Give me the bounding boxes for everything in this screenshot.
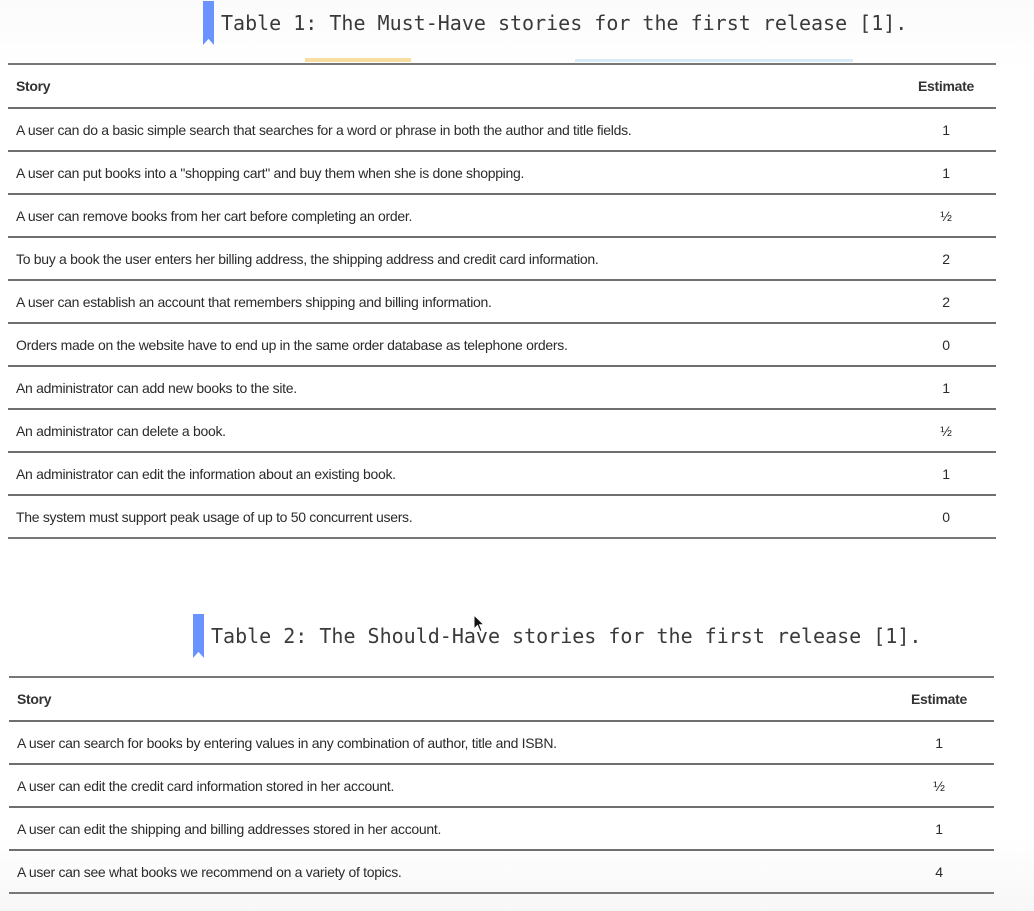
story-cell: An administrator can edit the informatio… (8, 452, 896, 496)
table-2-caption-text: Table 2: The Should-Have stories for the… (211, 624, 922, 648)
table-row: To buy a book the user enters her billin… (8, 237, 996, 281)
story-cell: A user can edit the shipping and billing… (9, 807, 884, 851)
story-column-header: Story (8, 63, 896, 109)
story-cell: A user can see what books we recommend o… (9, 850, 884, 894)
estimate-cell: 1 (896, 108, 996, 152)
story-cell: A user can edit the credit card informat… (9, 764, 884, 808)
bookmark-icon (203, 1, 214, 45)
estimate-cell: 2 (896, 280, 996, 324)
table-2-caption: Table 2: The Should-Have stories for the… (193, 614, 921, 658)
estimate-cell: ½ (896, 409, 996, 453)
estimate-cell: 1 (896, 366, 996, 410)
table-row: A user can remove books from her cart be… (8, 194, 996, 238)
story-cell: To buy a book the user enters her billin… (8, 237, 896, 281)
table-row: The system must support peak usage of up… (8, 495, 996, 539)
table-row: A user can establish an account that rem… (8, 280, 996, 324)
table-row: Orders made on the website have to end u… (8, 323, 996, 367)
estimate-cell: 2 (896, 237, 996, 281)
mouse-pointer-icon (473, 614, 485, 633)
table-1-caption: Table 1: The Must-Have stories for the f… (203, 1, 907, 45)
bookmark-icon (193, 614, 204, 658)
should-have-stories-table: Story Estimate A user can search for boo… (9, 676, 994, 894)
story-cell: A user can put books into a "shopping ca… (8, 151, 896, 195)
story-cell: A user can do a basic simple search that… (8, 108, 896, 152)
story-cell: A user can establish an account that rem… (8, 280, 896, 324)
table-row: A user can edit the shipping and billing… (9, 807, 994, 851)
table-row: A user can edit the credit card informat… (9, 764, 994, 808)
story-cell: An administrator can delete a book. (8, 409, 896, 453)
table-row: A user can put books into a "shopping ca… (8, 151, 996, 195)
story-cell: A user can remove books from her cart be… (8, 194, 896, 238)
estimate-cell: 4 (884, 850, 994, 894)
estimate-cell: 1 (896, 452, 996, 496)
story-cell: An administrator can add new books to th… (8, 366, 896, 410)
estimate-column-header: Estimate (896, 63, 996, 109)
estimate-cell: 0 (896, 323, 996, 367)
document-page: Table 1: The Must-Have stories for the f… (0, 0, 1034, 911)
estimate-cell: 1 (896, 151, 996, 195)
table-header-row: Story Estimate (9, 676, 994, 722)
table-header-row: Story Estimate (8, 63, 996, 109)
story-column-header: Story (9, 676, 884, 722)
story-cell: Orders made on the website have to end u… (8, 323, 896, 367)
table-row: A user can do a basic simple search that… (8, 108, 996, 152)
estimate-column-header: Estimate (884, 676, 994, 722)
table-row: A user can search for books by entering … (9, 721, 994, 765)
estimate-cell: 1 (884, 721, 994, 765)
estimate-cell: ½ (884, 764, 994, 808)
must-have-stories-table: Story Estimate A user can do a basic sim… (8, 63, 996, 539)
highlight-mark (305, 58, 411, 62)
story-cell: A user can search for books by entering … (9, 721, 884, 765)
estimate-cell: 0 (896, 495, 996, 539)
estimate-cell: 1 (884, 807, 994, 851)
table-row: An administrator can edit the informatio… (8, 452, 996, 496)
table-1-caption-text: Table 1: The Must-Have stories for the f… (221, 11, 908, 35)
table-row: An administrator can delete a book. ½ (8, 409, 996, 453)
estimate-cell: ½ (896, 194, 996, 238)
story-cell: The system must support peak usage of up… (8, 495, 896, 539)
table-row: A user can see what books we recommend o… (9, 850, 994, 894)
highlight-mark (575, 59, 853, 62)
table-row: An administrator can add new books to th… (8, 366, 996, 410)
